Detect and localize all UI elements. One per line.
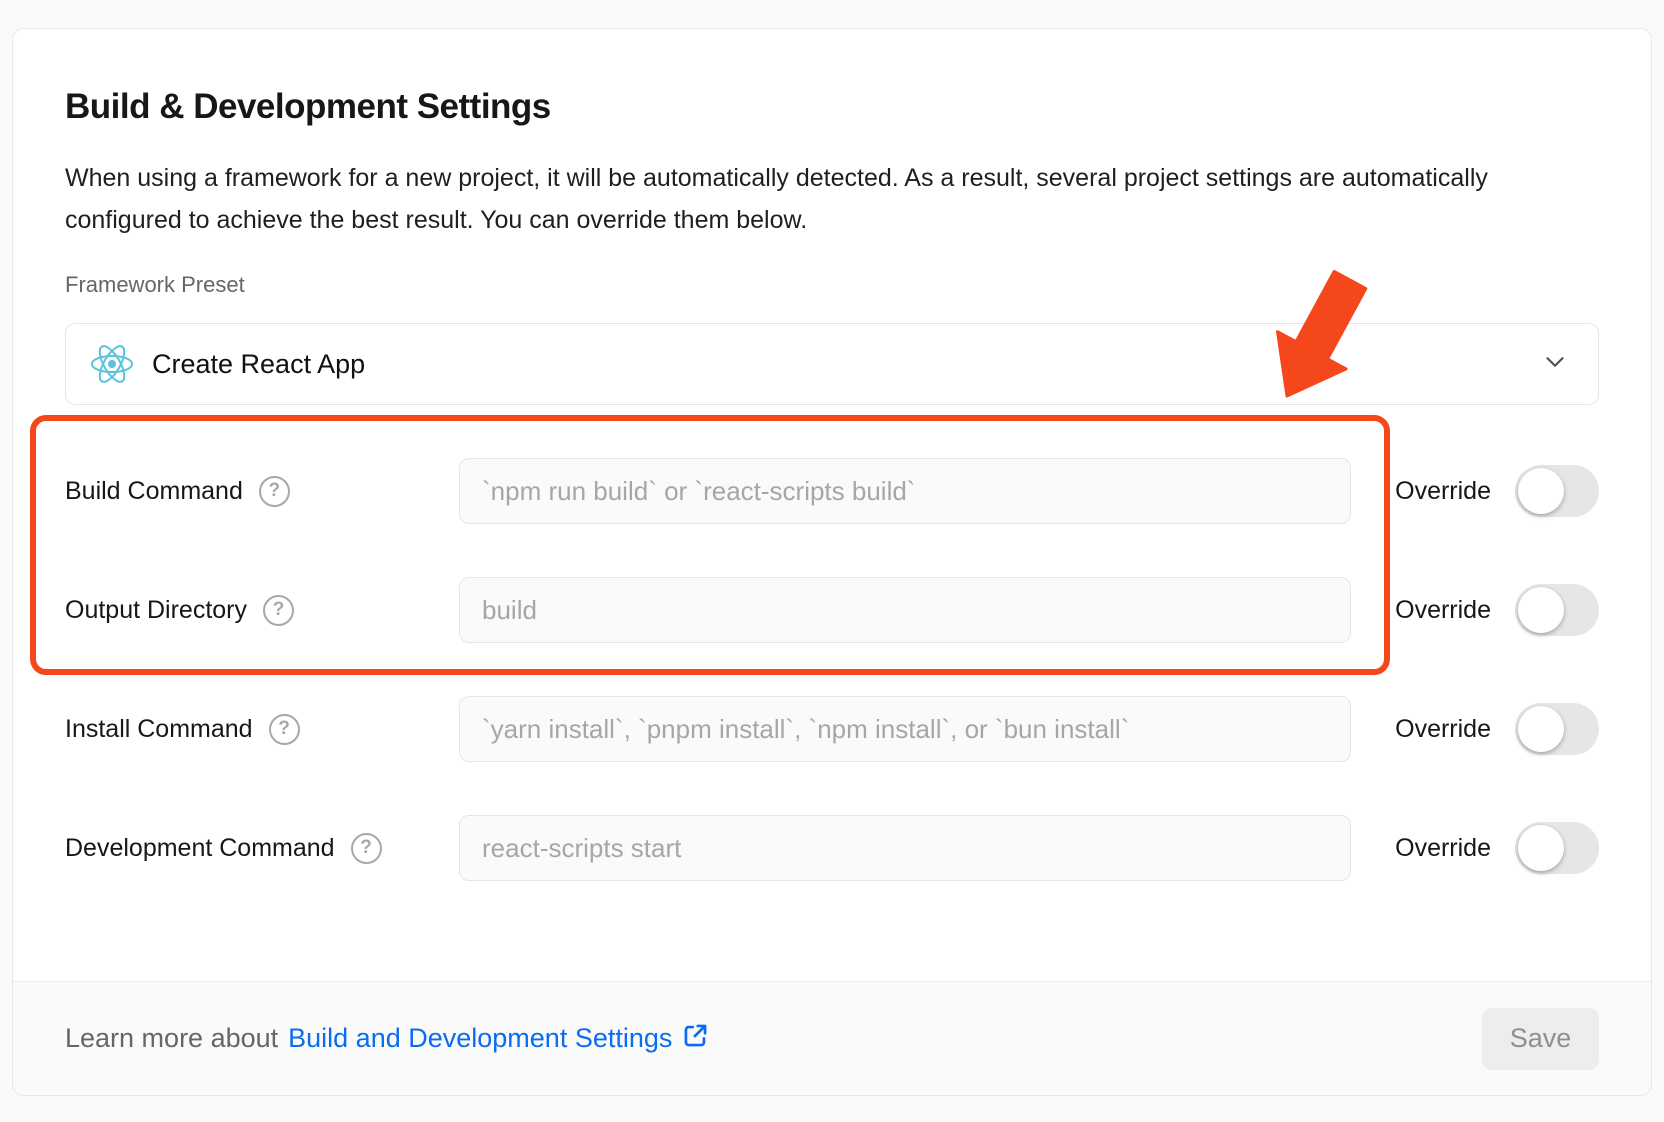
override-label: Override (1395, 715, 1491, 744)
framework-preset-value: Create React App (152, 349, 1540, 380)
override-label: Override (1395, 596, 1491, 625)
install-command-row: Install Command ? Override (65, 696, 1599, 762)
output-directory-input[interactable] (459, 577, 1351, 643)
external-link-icon (682, 1022, 709, 1056)
development-command-label: Development Command (65, 834, 335, 863)
help-icon[interactable]: ? (351, 833, 382, 864)
install-command-override-toggle[interactable] (1515, 703, 1599, 755)
build-dev-settings-card: Build & Development Settings When using … (12, 28, 1652, 1096)
build-command-label: Build Command (65, 477, 243, 506)
output-directory-row: Output Directory ? Override (65, 577, 1599, 643)
card-footer: Learn more about Build and Development S… (13, 981, 1651, 1095)
build-dev-settings-docs-link[interactable]: Build and Development Settings (288, 1022, 709, 1056)
install-command-label: Install Command (65, 715, 253, 744)
override-label: Override (1395, 477, 1491, 506)
save-button[interactable]: Save (1482, 1008, 1599, 1070)
help-icon[interactable]: ? (269, 714, 300, 745)
footer-link-label: Build and Development Settings (288, 1023, 672, 1054)
toggle-knob (1518, 825, 1564, 871)
framework-preset-select[interactable]: Create React App (65, 323, 1599, 405)
output-directory-override-toggle[interactable] (1515, 584, 1599, 636)
build-command-input[interactable] (459, 458, 1351, 524)
toggle-knob (1518, 706, 1564, 752)
install-command-input[interactable] (459, 696, 1351, 762)
page-description: When using a framework for a new project… (65, 157, 1525, 241)
output-directory-label: Output Directory (65, 596, 247, 625)
build-command-row: Build Command ? Override (65, 458, 1599, 524)
development-command-input[interactable] (459, 815, 1351, 881)
toggle-knob (1518, 468, 1564, 514)
help-icon[interactable]: ? (263, 595, 294, 626)
help-icon[interactable]: ? (259, 476, 290, 507)
build-command-override-toggle[interactable] (1515, 465, 1599, 517)
page-title: Build & Development Settings (65, 83, 1599, 131)
chevron-down-icon (1540, 347, 1570, 382)
development-command-override-toggle[interactable] (1515, 822, 1599, 874)
override-label: Override (1395, 834, 1491, 863)
framework-preset-label: Framework Preset (65, 271, 1599, 299)
footer-text: Learn more about (65, 1023, 278, 1054)
development-command-row: Development Command ? Override (65, 815, 1599, 881)
toggle-knob (1518, 587, 1564, 633)
react-logo-icon (90, 342, 134, 386)
